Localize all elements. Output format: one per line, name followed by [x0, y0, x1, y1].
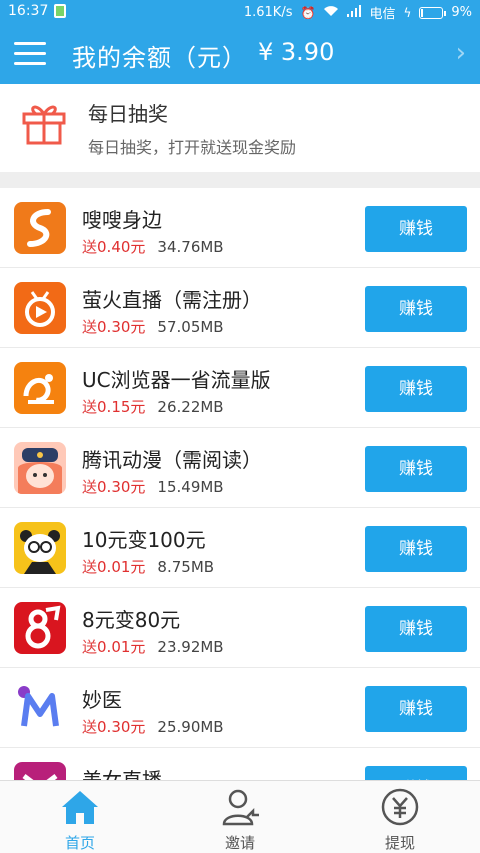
- status-bar: 16:37 1.61K/s ⏰ 电信 ϟ 9%: [0, 0, 480, 24]
- app-meta: 送0.30元 15.49MB: [82, 476, 224, 497]
- reward-prefix: 送: [82, 318, 98, 336]
- earn-button[interactable]: 赚钱: [365, 286, 467, 332]
- gift-icon: [22, 105, 66, 145]
- reward-prefix: 送: [82, 718, 98, 736]
- beauty-live-icon: [14, 762, 66, 780]
- app-list: 嗖嗖身边 送0.40元 34.76MB 赚钱 萤火直播（需注册） 送0.30元 57…: [0, 188, 480, 780]
- app-name: 萤火直播（需注册）: [82, 288, 262, 312]
- app-name: 10元变100元: [82, 528, 206, 552]
- app-name: 嗖嗖身边: [82, 208, 162, 232]
- home-icon: [62, 791, 98, 824]
- sousou-icon: [14, 202, 66, 254]
- menu-icon[interactable]: [14, 38, 46, 68]
- tencent-comic-icon: [14, 442, 66, 494]
- balance-amount: ¥ 3.90: [258, 38, 335, 66]
- app-name: 美女直播: [82, 768, 162, 780]
- earn-button[interactable]: 赚钱: [365, 686, 467, 732]
- reward-value: 0.40元: [97, 238, 146, 256]
- list-item[interactable]: 嗖嗖身边 送0.40元 34.76MB 赚钱: [0, 188, 480, 268]
- wifi-icon: [323, 5, 339, 20]
- withdraw-icon: [381, 788, 419, 826]
- list-item[interactable]: UC浏览器一省流量版 送0.15元 26.22MB 赚钱: [0, 348, 480, 428]
- earn-button[interactable]: 赚钱: [365, 526, 467, 572]
- reward-prefix: 送: [82, 558, 98, 576]
- app-name: 腾讯动漫（需阅读）: [82, 448, 262, 472]
- app-size: 15.49MB: [157, 478, 224, 496]
- nav-home[interactable]: 首页: [0, 781, 160, 853]
- app-name: UC浏览器一省流量版: [82, 368, 271, 392]
- earn-button[interactable]: 赚钱: [365, 206, 467, 252]
- list-item[interactable]: 8元变80元 送0.01元 23.92MB 赚钱: [0, 588, 480, 668]
- reward-value: 0.30元: [97, 318, 146, 336]
- panda-icon: [14, 522, 66, 574]
- signal-icon: [347, 5, 362, 20]
- balance-title: 我的余额（元）: [72, 44, 247, 72]
- app-name: 妙医: [82, 688, 122, 712]
- reward-value: 0.01元: [97, 638, 146, 656]
- network-speed: 1.61K/s: [243, 5, 293, 20]
- reward-prefix: 送: [82, 478, 98, 496]
- earn-button[interactable]: 赚钱: [365, 366, 467, 412]
- chevron-right-icon[interactable]: ›: [456, 38, 466, 68]
- list-item[interactable]: 妙医 送0.30元 25.90MB 赚钱: [0, 668, 480, 748]
- balance-header: 我的余额（元） ¥ 3.90 ›: [0, 24, 480, 84]
- earn-button[interactable]: 赚钱: [365, 446, 467, 492]
- app-meta: 送0.01元 8.75MB: [82, 556, 214, 577]
- app-name: 8元变80元: [82, 608, 181, 632]
- invite-icon: [222, 789, 259, 826]
- reward-prefix: 送: [82, 398, 98, 416]
- app-size: 23.92MB: [157, 638, 224, 656]
- carrier-label: 电信: [369, 7, 396, 22]
- reward-value: 0.01元: [97, 558, 146, 576]
- nav-withdraw[interactable]: 提现: [320, 781, 480, 853]
- app-size: 57.05MB: [157, 318, 224, 336]
- nav-home-label: 首页: [64, 834, 95, 852]
- yinghuo-icon: [14, 282, 66, 334]
- reward-prefix: 送: [82, 238, 98, 256]
- app-meta: 送0.01元 23.92MB: [82, 636, 224, 657]
- earn-button[interactable]: 赚钱: [365, 766, 467, 780]
- bottom-nav: 首页 邀请 提现: [0, 780, 480, 853]
- battery-icon: [419, 6, 447, 19]
- alarm-icon: ⏰: [300, 5, 316, 20]
- reward-value: 0.30元: [97, 718, 146, 736]
- status-time: 16:37: [8, 3, 49, 19]
- miaoyi-icon: [14, 682, 66, 734]
- list-item[interactable]: 美女直播 赚钱: [0, 748, 480, 780]
- app-meta: 送0.30元 57.05MB: [82, 316, 224, 337]
- eight-icon: [14, 602, 66, 654]
- list-item[interactable]: 腾讯动漫（需阅读） 送0.30元 15.49MB 赚钱: [0, 428, 480, 508]
- nav-invite[interactable]: 邀请: [160, 781, 320, 853]
- reward-value: 0.30元: [97, 478, 146, 496]
- reward-value: 0.15元: [97, 398, 146, 416]
- battery-percent: 9%: [451, 5, 472, 20]
- app-notification-icon: [54, 4, 67, 18]
- app-size: 26.22MB: [157, 398, 224, 416]
- list-item[interactable]: 10元变100元 送0.01元 8.75MB 赚钱: [0, 508, 480, 588]
- charging-icon: ϟ: [403, 5, 412, 20]
- nav-withdraw-label: 提现: [384, 834, 415, 852]
- daily-lottery-banner[interactable]: 每日抽奖 每日抽奖，打开就送现金奖励: [0, 84, 480, 172]
- uc-browser-icon: [14, 362, 66, 414]
- lottery-title: 每日抽奖: [88, 102, 168, 126]
- app-size: 34.76MB: [157, 238, 224, 256]
- app-size: 25.90MB: [157, 718, 224, 736]
- lottery-subtitle: 每日抽奖，打开就送现金奖励: [88, 138, 297, 157]
- app-meta: 送0.40元 34.76MB: [82, 236, 224, 257]
- app-meta: 送0.30元 25.90MB: [82, 716, 224, 737]
- reward-prefix: 送: [82, 638, 98, 656]
- app-meta: 送0.15元 26.22MB: [82, 396, 224, 417]
- list-item[interactable]: 萤火直播（需注册） 送0.30元 57.05MB 赚钱: [0, 268, 480, 348]
- nav-invite-label: 邀请: [224, 834, 255, 852]
- earn-button[interactable]: 赚钱: [365, 606, 467, 652]
- app-size: 8.75MB: [157, 558, 215, 576]
